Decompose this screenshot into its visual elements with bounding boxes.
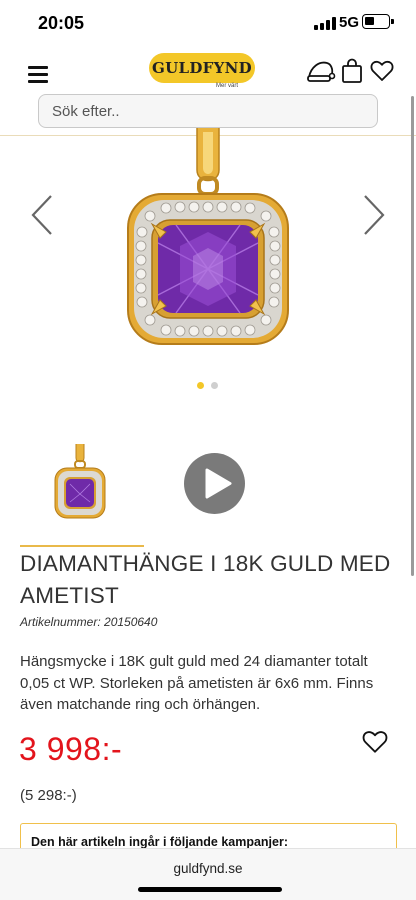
product-image[interactable] (118, 128, 298, 358)
home-indicator[interactable] (138, 887, 282, 892)
logo-tagline: Mer värt (216, 83, 239, 89)
hamburger-menu-icon[interactable] (28, 64, 50, 84)
status-time: 20:05 (38, 13, 85, 33)
carousel-dot[interactable] (211, 382, 218, 389)
logo-text: GULDFYND (152, 59, 252, 77)
original-price: (5 298:-) (20, 787, 77, 804)
signal-icon (314, 17, 336, 30)
search-box[interactable] (38, 94, 378, 128)
site-logo[interactable]: GULDFYND (149, 53, 255, 83)
thumbnail-active-indicator (20, 545, 144, 547)
scrollbar[interactable] (411, 96, 414, 576)
product-price: 3 998:- (19, 731, 123, 767)
heart-icon[interactable] (370, 60, 394, 82)
chevron-left-icon[interactable] (30, 194, 54, 236)
product-description: Hängsmycke i 18K gult guld med 24 diaman… (20, 653, 374, 713)
santa-hat-icon[interactable] (306, 58, 336, 84)
status-bar: 20:05 5G (0, 0, 416, 48)
carousel-dot-active[interactable] (197, 382, 204, 389)
browser-url[interactable]: guldfynd.se (0, 861, 416, 876)
thumbnail-image[interactable] (52, 444, 108, 530)
shopping-bag-icon[interactable] (341, 58, 363, 84)
play-icon (205, 468, 232, 499)
article-number: Artikelnummer: 20150640 (20, 615, 158, 629)
wishlist-heart-icon[interactable] (362, 730, 388, 754)
site-header: GULDFYND Mer värt (0, 48, 416, 136)
chevron-right-icon[interactable] (362, 194, 386, 236)
video-play-button[interactable] (184, 453, 245, 514)
battery-icon (362, 14, 394, 29)
search-input[interactable] (39, 95, 377, 127)
browser-address-bar[interactable]: guldfynd.se (0, 848, 416, 900)
campaign-heading: Den här artikeln ingår i följande kampan… (31, 835, 289, 849)
product-title: DIAMANTHÄNGE I 18K GULD MED AMETIST (20, 551, 391, 608)
network-type: 5G (339, 14, 360, 31)
